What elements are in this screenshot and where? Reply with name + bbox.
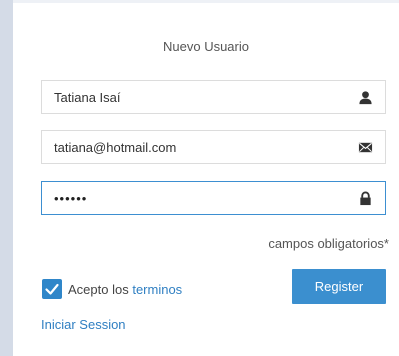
password-field-value: •••••• (54, 191, 88, 206)
terms-label: Acepto los terminos (68, 282, 182, 297)
terms-prefix: Acepto los (68, 282, 129, 297)
login-link[interactable]: Iniciar Session (41, 317, 126, 332)
lock-icon (360, 191, 371, 206)
user-icon (359, 91, 372, 105)
check-icon (45, 283, 59, 295)
name-field[interactable]: Tatiana Isaí (41, 80, 386, 114)
required-fields-note: campos obligatorios* (268, 236, 389, 251)
left-sidebar-strip (0, 0, 13, 356)
register-panel: Nuevo Usuario Tatiana Isaí tatiana@hotma… (13, 3, 399, 356)
form-title: Nuevo Usuario (163, 39, 249, 54)
register-button[interactable]: Register (292, 269, 386, 304)
email-field-value: tatiana@hotmail.com (54, 140, 177, 155)
password-field[interactable]: •••••• (41, 181, 386, 215)
email-field[interactable]: tatiana@hotmail.com (41, 130, 386, 164)
name-field-value: Tatiana Isaí (54, 90, 121, 105)
terms-link[interactable]: terminos (132, 282, 182, 297)
envelope-icon (358, 142, 373, 153)
terms-checkbox[interactable] (42, 279, 62, 299)
